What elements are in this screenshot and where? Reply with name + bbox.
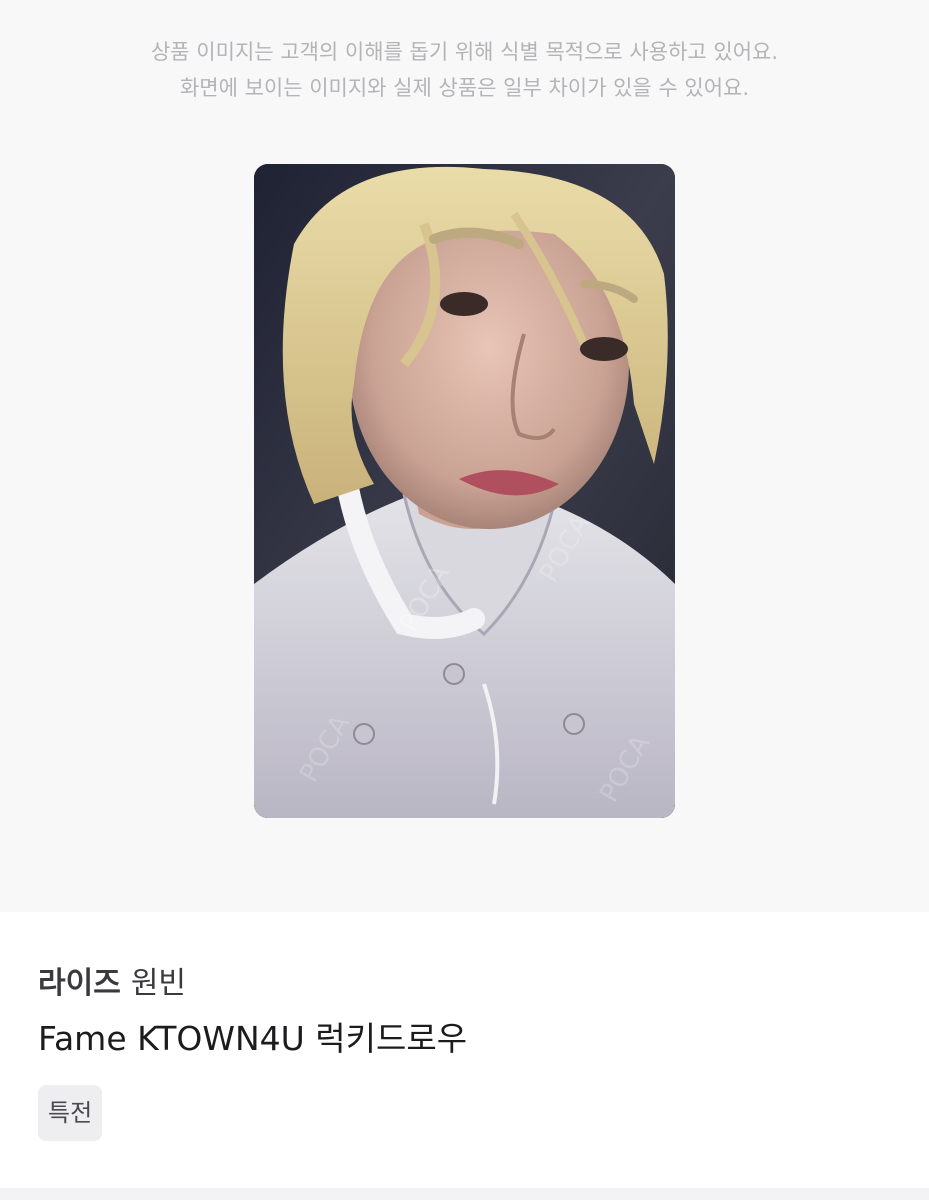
image-notice-line-1: 상품 이미지는 고객의 이해를 돕기 위해 식별 목적으로 사용하고 있어요. bbox=[150, 40, 779, 64]
product-title: Fame KTOWN4U 럭키드로우 bbox=[38, 1019, 468, 1058]
product-info: 라이즈 원빈 Fame KTOWN4U 럭키드로우 특전 bbox=[0, 912, 929, 1188]
image-notice-line-2: 화면에 보이는 이미지와 실제 상품은 일부 차이가 있을 수 있어요. bbox=[179, 76, 750, 100]
photocard-image[interactable]: POCA POCA POCA POCA bbox=[254, 164, 675, 818]
tag-badge: 특전 bbox=[38, 1085, 103, 1141]
photocard-illustration: POCA POCA POCA POCA bbox=[254, 164, 675, 818]
artist-line: 라이즈 원빈 bbox=[38, 964, 186, 1004]
product-image-area: 상품 이미지는 고객의 이해를 돕기 위해 식별 목적으로 사용하고 있어요. … bbox=[0, 0, 929, 912]
image-notice: 상품 이미지는 고객의 이해를 돕기 위해 식별 목적으로 사용하고 있어요. … bbox=[0, 34, 929, 106]
artist-name[interactable]: 라이즈 bbox=[38, 966, 121, 1001]
member-name[interactable]: 원빈 bbox=[131, 966, 186, 1001]
section-divider bbox=[0, 1188, 929, 1200]
